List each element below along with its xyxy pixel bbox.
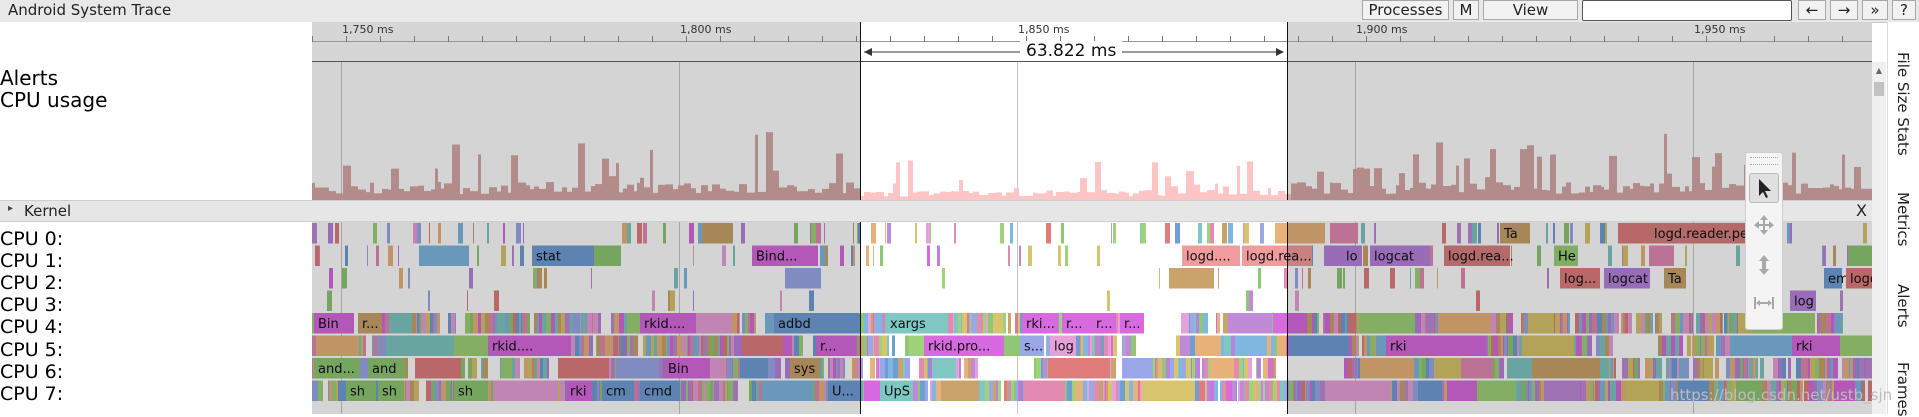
trace-canvas[interactable]: stat Bind... logd.... logd.rea... lo logcat lo… — [312, 62, 1872, 414]
cpu-track-label: CPU 5: — [0, 339, 64, 361]
cpu-track-label: CPU 1: — [0, 250, 64, 272]
cpu-track-label: CPU 3: — [0, 294, 64, 316]
cpu-slice-label: r... — [1096, 317, 1113, 332]
more-icon[interactable]: » — [1862, 0, 1888, 20]
cpu-slice-label: xargs — [890, 317, 926, 332]
cpu-track-label: CPU 4: — [0, 316, 64, 338]
mouse-mode-palette — [1745, 152, 1783, 330]
cpu-slice[interactable]: r... — [1120, 313, 1144, 334]
cpu-usage-track-label: CPU usage — [0, 88, 108, 112]
palette-grip[interactable] — [1750, 157, 1778, 165]
vertical-scrollbar[interactable]: ▲ — [1872, 62, 1886, 414]
time-ruler[interactable]: 1,750 ms 1,800 ms 1,850 ms 1,900 ms 1,95… — [312, 22, 1872, 62]
cpu-slice[interactable]: rkid.pro... — [924, 335, 1004, 357]
help-button[interactable]: ? — [1892, 0, 1916, 20]
cpu-slice-label: rki... — [1026, 317, 1055, 332]
tab-file-size-stats[interactable]: File Size Stats — [1894, 52, 1912, 156]
cpu-track-label: CPU 0: — [0, 228, 64, 250]
kernel-group-label: Kernel — [24, 202, 72, 220]
dim-overlay — [1288, 62, 1872, 414]
zoom-tool-icon[interactable] — [1749, 251, 1779, 281]
processes-button[interactable]: Processes — [1362, 0, 1449, 20]
cpu-slice-label: r... — [1124, 317, 1141, 332]
cpu-slice[interactable]: r... — [1062, 313, 1088, 334]
cpu-slice-label: rkid.pro... — [928, 340, 990, 355]
cpu-slice-label: UpS — [884, 385, 910, 400]
cpu-slice-label: logd.... — [1186, 250, 1231, 265]
ruler-tick-label: 1,750 ms — [342, 23, 394, 36]
cpu-slice-label: s... — [1024, 340, 1043, 355]
scroll-up-icon[interactable]: ▲ — [1874, 66, 1884, 76]
side-panel-tabs: File Size Stats Metrics Alerts Frames — [1887, 22, 1919, 417]
pan-tool-icon[interactable] — [1749, 211, 1779, 241]
tab-metrics[interactable]: Metrics — [1894, 192, 1912, 246]
nav-forward-icon[interactable]: → — [1830, 0, 1858, 20]
cpu-slice-label: log — [1054, 340, 1074, 355]
cpu-track-label: CPU 7: — [0, 383, 64, 405]
selection-duration: 63.822 ms — [1020, 41, 1123, 61]
cpu-slice[interactable]: logd.... — [1182, 245, 1240, 267]
ruler-tick-label: 1,950 ms — [1694, 23, 1746, 36]
nav-back-icon[interactable]: ← — [1798, 0, 1826, 20]
cpu-slice[interactable]: r... — [1092, 313, 1116, 334]
tab-alerts[interactable]: Alerts — [1894, 284, 1912, 328]
top-toolbar: Android System Trace Processes M View Op… — [0, 0, 1919, 38]
scrollbar-thumb[interactable] — [1874, 82, 1884, 96]
view-options-button[interactable]: View Options — [1483, 0, 1578, 38]
search-input[interactable] — [1582, 0, 1792, 21]
cpu-slice-label: r... — [1066, 317, 1083, 332]
ruler-tick-label: 1,900 ms — [1356, 23, 1408, 36]
select-tool-icon[interactable] — [1749, 173, 1779, 203]
cpu-slice[interactable]: s... — [1020, 335, 1044, 357]
ruler-tick-label: 1,800 ms — [680, 23, 732, 36]
expand-arrow-icon[interactable]: ▸ — [8, 203, 13, 214]
app-title: Android System Trace — [8, 1, 172, 19]
watermark: https://blog.csdn.net/ustb_sjn — [1670, 386, 1893, 404]
cpu-slice[interactable]: xargs — [886, 313, 948, 334]
track-viewport[interactable]: stat Bind... logd.... logd.rea... lo logcat lo… — [312, 62, 1872, 414]
timing-tool-icon[interactable] — [1749, 289, 1779, 319]
cpu-track-label: CPU 6: — [0, 361, 64, 383]
tab-frames[interactable]: Frames — [1894, 362, 1912, 417]
cpu-track-label: CPU 2: — [0, 272, 64, 294]
cpu-slice[interactable]: log — [1050, 335, 1076, 357]
m-button[interactable]: M — [1453, 0, 1479, 20]
alerts-track-label: Alerts — [0, 66, 59, 90]
ruler-tick-label: 1,850 ms — [1018, 23, 1070, 36]
dim-overlay — [312, 62, 860, 414]
cpu-slice[interactable]: UpS — [880, 380, 910, 402]
close-icon[interactable]: X — [1856, 201, 1867, 220]
kernel-group-header[interactable]: ▸ Kernel X — [0, 200, 1872, 222]
cpu-slice[interactable]: rki... — [1022, 313, 1058, 334]
